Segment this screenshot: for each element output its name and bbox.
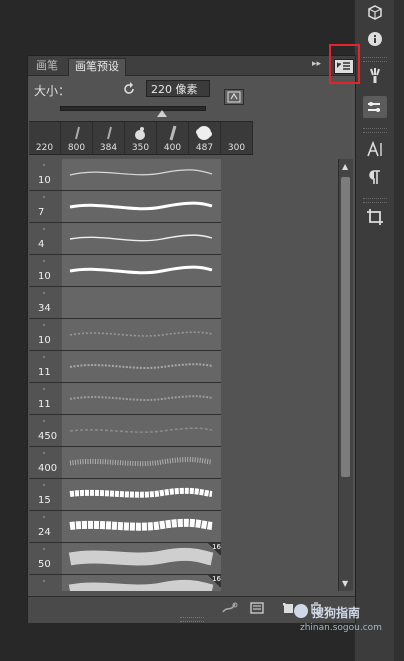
brush-stroke-preview [62, 383, 221, 414]
brush-size-label: 4 [38, 239, 45, 250]
brush-stroke-preview [62, 479, 221, 510]
list-scrollbar[interactable]: ▲ ▼ [338, 159, 353, 591]
tab-brush[interactable]: 画笔 [30, 58, 64, 75]
toggle-brush-preview-icon[interactable] [222, 602, 238, 614]
brush-size-label: 24 [38, 527, 51, 538]
scroll-up-icon[interactable]: ▲ [342, 162, 348, 171]
brush-size-label: 15 [38, 495, 51, 506]
brush-size-label: 50 [38, 559, 51, 570]
size-value-field[interactable]: 220 像素 [146, 80, 210, 97]
panel-resize-grip[interactable] [180, 617, 204, 622]
brush-preset-row[interactable]: 34 [29, 287, 221, 319]
recent-brush-thumb[interactable]: 300 [221, 122, 253, 154]
brush-size-label: 11 [38, 367, 51, 378]
watermark-url: zhinan.sogou.com [300, 623, 382, 633]
brush-size-label: 400 [38, 463, 58, 474]
brush-preset-row[interactable]: 10 [29, 159, 221, 191]
brush-badge: 16 [207, 575, 221, 587]
recent-brush-thumb[interactable]: 350 [125, 122, 157, 154]
brush-stroke-preview [62, 159, 221, 190]
brush-preset-row[interactable]: 4 [29, 223, 221, 255]
brush-size-label: 450 [38, 431, 58, 442]
brush-stroke-preview: 16 [62, 543, 221, 574]
brush-size-label: 10 [38, 175, 51, 186]
brush-preset-list: 10 7 4 10 34 10 11 11 450 400 15 24 50 1… [29, 159, 342, 591]
brush-preset-row[interactable]: 24 [29, 511, 221, 543]
recent-brush-thumb[interactable]: 400 [157, 122, 189, 154]
paragraph-icon[interactable] [363, 166, 387, 188]
highlight-box [329, 44, 360, 84]
right-edge [394, 0, 404, 661]
brush-size-label: 11 [38, 399, 51, 410]
recent-brush-thumb[interactable]: 384 [93, 122, 125, 154]
brush-preset-row[interactable]: 16 [29, 575, 221, 591]
brush-preset-row[interactable]: 11 [29, 383, 221, 415]
size-slider-thumb[interactable] [157, 110, 167, 117]
brush-panel-icon[interactable] [363, 64, 387, 86]
scroll-down-icon[interactable]: ▼ [342, 579, 348, 588]
brush-stroke-preview [62, 351, 221, 382]
brush-presets-icon[interactable] [363, 96, 387, 118]
brush-stroke-preview [62, 191, 221, 222]
recent-brush-thumb[interactable]: 800 [61, 122, 93, 154]
cube-3d-icon[interactable] [363, 2, 387, 24]
recent-brushes-strip: 220 800 384 350 400 487 300 [29, 121, 253, 155]
brush-preset-row[interactable]: 10 [29, 255, 221, 287]
size-label: 大小： [34, 84, 71, 98]
brush-stroke-preview [62, 287, 221, 318]
brush-stroke-preview [62, 415, 221, 446]
brush-size-label: 10 [38, 271, 51, 282]
collapse-panel-icon[interactable]: ▸▸ [312, 59, 321, 69]
watermark-brand: 搜狗指南 [294, 604, 360, 621]
reset-size-icon[interactable] [122, 82, 136, 99]
brush-preset-row[interactable]: 50 16 [29, 543, 221, 575]
brush-stroke-preview [62, 223, 221, 254]
brush-size-label: 34 [38, 303, 51, 314]
brush-preset-row[interactable]: 400 [29, 447, 221, 479]
brush-presets-panel: 画笔 画笔预设 ▸▸ 大小： 220 像素 220 800 384 350 40… [27, 55, 356, 623]
brush-stroke-preview: 16 [62, 575, 221, 591]
brush-preset-row[interactable]: 450 [29, 415, 221, 447]
info-icon[interactable] [363, 28, 387, 50]
size-slider-track[interactable] [60, 106, 206, 111]
brush-preset-row[interactable]: 10 [29, 319, 221, 351]
character-text-icon[interactable] [363, 138, 387, 160]
brush-panel-toggle-icon[interactable] [224, 89, 244, 105]
toolbar-grip[interactable] [363, 57, 387, 62]
brush-size-label: 7 [38, 207, 45, 218]
panel-tabbar: 画笔 画笔预设 ▸▸ [28, 56, 355, 76]
recent-brush-thumb[interactable]: 487 [189, 122, 221, 154]
brush-stroke-preview [62, 447, 221, 478]
right-toolbar [354, 0, 395, 661]
toolbar-grip[interactable] [363, 128, 387, 133]
toolbar-grip[interactable] [363, 198, 387, 203]
brush-badge: 16 [207, 543, 221, 555]
brush-preset-row[interactable]: 7 [29, 191, 221, 223]
tab-brush-presets[interactable]: 画笔预设 [68, 58, 126, 76]
brush-preset-row[interactable]: 11 [29, 351, 221, 383]
brush-preset-row[interactable]: 15 [29, 479, 221, 511]
crop-icon[interactable] [363, 206, 387, 228]
brush-stroke-preview [62, 511, 221, 542]
brush-stroke-preview [62, 319, 221, 350]
brush-stroke-preview [62, 255, 221, 286]
scrollbar-thumb[interactable] [341, 177, 350, 477]
brush-size-label: 10 [38, 335, 51, 346]
recent-brush-thumb[interactable]: 220 [29, 122, 61, 154]
sogou-logo-icon [294, 604, 308, 618]
open-preset-manager-icon[interactable] [250, 602, 264, 614]
